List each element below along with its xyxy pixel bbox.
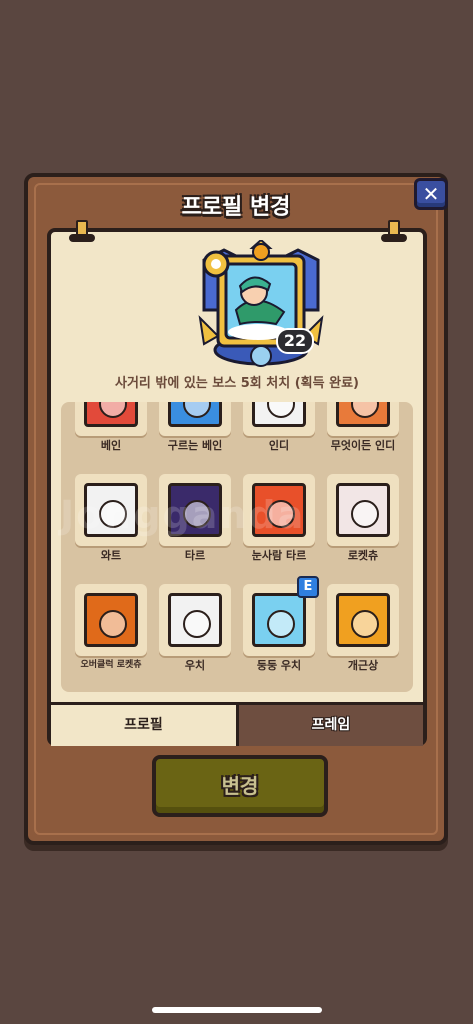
- character-name: 둥둥 우치: [256, 659, 302, 672]
- character-tile: [75, 584, 147, 656]
- character-tile: [327, 402, 399, 436]
- character-portrait-icon: [84, 483, 138, 537]
- character-portrait-icon: [84, 593, 138, 647]
- character-tile: E: [243, 576, 319, 656]
- pin-right-icon: [381, 220, 407, 242]
- tab-frame-label: 프레임: [311, 717, 351, 733]
- parchment-panel: 22 사거리 밖에 있는 보스 5회 처치 (획득 완료) 베인 구르는 베인 인디…: [47, 220, 427, 746]
- character-tile: [243, 474, 315, 546]
- character-portrait-icon: [336, 402, 390, 427]
- character-tile: [159, 584, 231, 656]
- character-name: 무엇이든 인디: [330, 439, 396, 452]
- character-portrait-icon: [84, 402, 138, 427]
- character-portrait-icon: [168, 483, 222, 537]
- dialog-title: 프로필 변경: [181, 195, 291, 220]
- character-portrait-icon: [252, 402, 306, 427]
- character-cell[interactable]: E 둥둥 우치: [239, 576, 319, 672]
- character-cell[interactable]: 와트: [71, 474, 151, 562]
- character-cell[interactable]: 개근상: [323, 584, 403, 672]
- character-cell[interactable]: 베인: [71, 402, 151, 452]
- character-name: 로켓츄: [347, 549, 379, 562]
- close-button[interactable]: ✕: [414, 178, 448, 210]
- character-tile: [327, 474, 399, 546]
- achievement-text: 사거리 밖에 있는 보스 5회 처치 (획득 완료): [115, 376, 359, 391]
- character-name: 우치: [184, 659, 206, 672]
- character-portrait-icon: [252, 593, 306, 647]
- level-number: 22: [283, 331, 307, 350]
- character-tile: [159, 402, 231, 436]
- character-name: 개근상: [347, 659, 379, 672]
- pin-left-icon: [69, 220, 95, 242]
- change-button-label: 변경: [221, 774, 259, 798]
- level-badge: 22: [276, 328, 314, 354]
- character-portrait-icon: [252, 483, 306, 537]
- character-cell[interactable]: 눈사람 타르: [239, 474, 319, 562]
- profile-change-dialog: 프로필 변경 ✕ 22 사거리 밖에 있는 보스 5회 처치 (획득 완료) 베…: [24, 173, 448, 845]
- character-name: 베인: [100, 439, 122, 452]
- character-name: 눈사람 타르: [251, 549, 307, 562]
- character-cell[interactable]: 오버클럭 로켓츄: [71, 584, 151, 670]
- home-indicator[interactable]: [152, 1007, 322, 1013]
- character-grid[interactable]: 베인 구르는 베인 인디 무엇이든 인디와트 타르 눈사람 타르 로켓츄오버클럭 로켓츄 우치…: [61, 402, 413, 692]
- character-name: 와트: [100, 549, 122, 562]
- character-cell[interactable]: 구르는 베인: [155, 402, 235, 452]
- character-name: 타르: [184, 549, 206, 562]
- tab-profile-label: 프로필: [124, 717, 163, 733]
- character-cell[interactable]: 우치: [155, 584, 235, 672]
- character-cell[interactable]: 무엇이든 인디: [323, 402, 403, 452]
- character-cell[interactable]: 타르: [155, 474, 235, 562]
- tab-frame[interactable]: 프레임: [239, 702, 423, 746]
- character-portrait-icon: [336, 483, 390, 537]
- selected-profile-badge: 22: [196, 238, 326, 370]
- character-tile: [75, 402, 147, 436]
- character-cell[interactable]: 인디: [239, 402, 319, 452]
- character-name: 구르는 베인: [167, 439, 223, 452]
- change-button[interactable]: 변경: [152, 755, 328, 817]
- character-portrait-icon: [336, 593, 390, 647]
- equipped-badge: E: [297, 576, 319, 598]
- character-name: 인디: [268, 439, 290, 452]
- character-portrait-icon: [168, 593, 222, 647]
- character-portrait-icon: [168, 402, 222, 427]
- character-tile: [243, 402, 315, 436]
- character-tile: [327, 584, 399, 656]
- character-tile: [159, 474, 231, 546]
- character-tile: [75, 474, 147, 546]
- character-cell[interactable]: 로켓츄: [323, 474, 403, 562]
- close-icon: ✕: [422, 182, 440, 206]
- tab-profile[interactable]: 프로필: [51, 702, 239, 746]
- character-name: 오버클럭 로켓츄: [80, 660, 142, 670]
